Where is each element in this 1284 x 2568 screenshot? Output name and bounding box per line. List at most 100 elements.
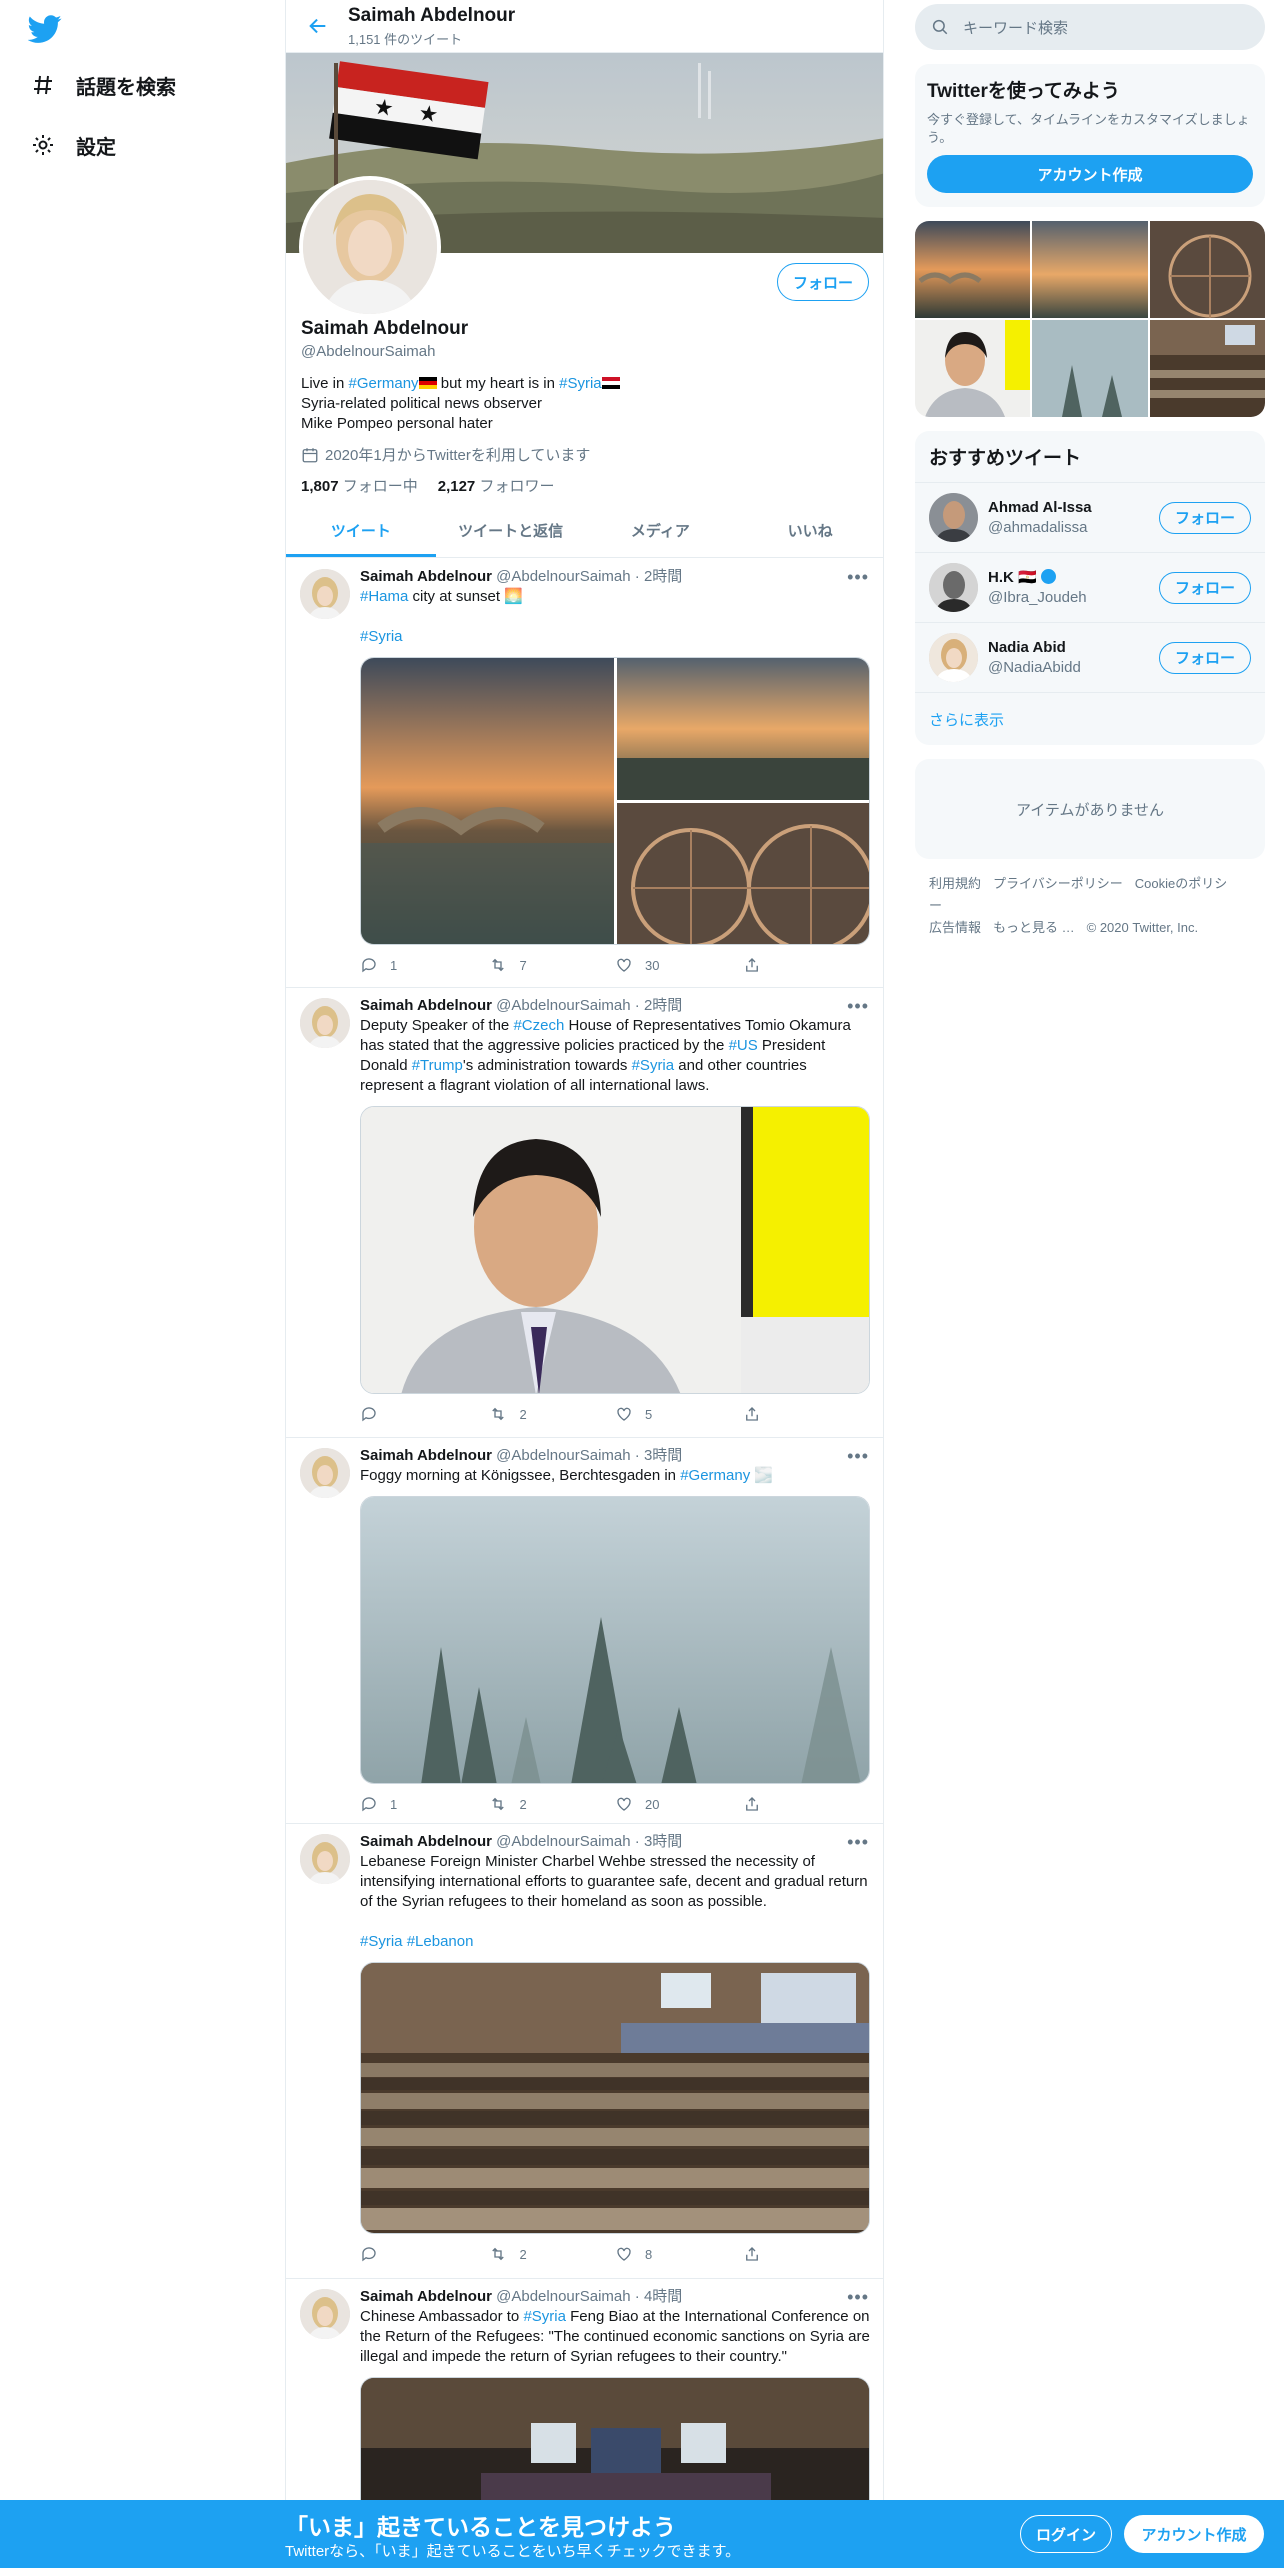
media-thumbnail[interactable] [1149,221,1265,318]
followers-link[interactable]: 2,127 フォロワー [438,475,555,496]
footer-link[interactable]: プライバシーポリシー [993,876,1123,891]
media-thumbnail[interactable] [915,221,1031,318]
profile-tabs: ツイート ツイートと返信 メディア いいね [286,504,883,558]
tweet-text-part: 's administration towards [462,1057,632,1074]
nav-item-settings[interactable]: 設定 [30,125,116,165]
hashtag-link[interactable]: #Trump [412,1057,463,1074]
tab-tweets[interactable]: ツイート [286,504,436,557]
search-input[interactable]: キーワード検索 [915,4,1265,50]
follow-button[interactable]: フォロー [1159,501,1251,534]
nav-item-explore[interactable]: 話題を検索 [30,65,176,105]
tweet-avatar[interactable] [300,1448,350,1498]
hashtag-link[interactable]: #US [729,1037,758,1054]
header-name: Saimah Abdelnour [348,4,516,26]
reply-button[interactable]: 1 [360,956,488,974]
following-link[interactable]: 1,807 フォロー中 [301,475,418,496]
follow-button[interactable]: フォロー [1159,641,1251,674]
footer-link[interactable]: 広告情報 [929,920,981,935]
tweet-author-name[interactable]: Saimah Abdelnour [360,1833,492,1850]
tweet-text: Lebanese Foreign Minister Charbel Wehbe … [360,1853,868,1910]
reply-icon [362,2247,376,2262]
follow-button[interactable]: フォロー [1159,571,1251,604]
media-thumbnail[interactable] [1149,320,1265,417]
tab-tweets-replies[interactable]: ツイートと返信 [436,504,586,557]
hashtag-link[interactable]: #Czech [513,1017,564,1034]
hashtag-link[interactable]: #Syria [360,1933,403,1950]
reply-button[interactable] [360,2245,488,2263]
signup-button[interactable]: アカウント作成 [1124,2515,1264,2553]
share-button[interactable] [743,1405,871,1423]
tweet-avatar[interactable] [300,569,350,619]
share-button[interactable] [743,2245,871,2263]
tweet-photo[interactable] [360,1106,870,1394]
avatar[interactable] [929,493,978,542]
show-more-link[interactable]: さらに表示 [915,693,1265,745]
avatar[interactable] [929,633,978,682]
tweet-photo[interactable] [360,1962,870,2234]
tweet-time[interactable]: 3時間 [644,1447,682,1464]
footer-link[interactable]: 利用規約 [929,876,981,891]
reply-count: 1 [390,1796,398,1812]
media-thumbnail[interactable] [1032,221,1148,318]
like-button[interactable]: 5 [615,1405,743,1423]
sunset-photos [361,658,869,944]
hashtag-link[interactable]: #Syria [360,628,403,645]
reply-icon [362,958,376,973]
hashtag-link[interactable]: #Syria [632,1057,675,1074]
tweet-photo-grid[interactable] [360,657,870,945]
profile-avatar[interactable] [299,176,441,318]
avatar[interactable] [929,563,978,612]
like-count: 8 [645,2246,653,2262]
rec-account[interactable]: Ahmad Al-Issa @ahmadalissa フォロー [915,483,1265,553]
follow-button[interactable]: フォロー [777,263,869,301]
like-button[interactable]: 20 [615,1795,743,1813]
share-button[interactable] [743,1795,871,1813]
reply-button[interactable] [360,1405,488,1423]
retweet-button[interactable]: 7 [488,956,616,974]
twitter-bird-icon[interactable] [27,12,62,46]
reply-icon [362,1797,376,1812]
tweet-time[interactable]: 4時間 [644,2288,682,2305]
footer-links: 利用規約 プライバシーポリシー Cookieのポリシー 広告情報 もっと見る … © 2… [915,873,1245,939]
tab-likes[interactable]: いいね [735,504,883,557]
hashtag-link[interactable]: #Germany [349,375,419,392]
retweet-button[interactable]: 2 [488,1405,616,1423]
rec-account[interactable]: Nadia Abid @NadiaAbidd フォロー [915,623,1265,693]
back-arrow-icon[interactable] [302,10,334,42]
tweet-time[interactable]: 2時間 [644,997,682,1014]
tweet-author-handle: @AbdelnourSaimah [496,1447,631,1464]
retweet-button[interactable]: 2 [488,1795,616,1813]
hashtag-link[interactable]: #Germany [680,1467,750,1484]
hashtag-link[interactable]: #Syria [559,375,602,392]
like-button[interactable]: 8 [615,2245,743,2263]
retweet-button[interactable]: 2 [488,2245,616,2263]
footer-link[interactable]: もっと見る … [993,920,1075,935]
tweet-avatar[interactable] [300,1834,350,1884]
tweet-author-name[interactable]: Saimah Abdelnour [360,2288,492,2305]
reply-button[interactable]: 1 [360,1795,488,1813]
tweet-author-name[interactable]: Saimah Abdelnour [360,997,492,1014]
rec-account[interactable]: H.K 🇪🇬 @Ibra_Joudeh フォロー [915,553,1265,623]
create-account-button[interactable]: アカウント作成 [927,155,1253,193]
tweet-author-name[interactable]: Saimah Abdelnour [360,1447,492,1464]
media-thumbnail[interactable] [915,320,1031,417]
tab-media[interactable]: メディア [586,504,736,557]
share-button[interactable] [743,956,871,974]
tweet[interactable]: ••• Saimah Abdelnour @AbdelnourSaimah · … [286,1824,883,2279]
hashtag-link[interactable]: #Hama [360,588,408,605]
tweet-time[interactable]: 2時間 [644,568,682,585]
tweet-avatar[interactable] [300,998,350,1048]
hashtag-link[interactable]: #Lebanon [407,1933,474,1950]
tweet[interactable]: ••• Saimah Abdelnour @AbdelnourSaimah · … [286,988,883,1438]
like-button[interactable]: 30 [615,956,743,974]
tweet-avatar[interactable] [300,2289,350,2339]
hashtag-link[interactable]: #Syria [523,2308,566,2325]
login-button[interactable]: ログイン [1020,2515,1112,2553]
tweet-author-name[interactable]: Saimah Abdelnour [360,568,492,585]
tweet-photo[interactable] [360,1496,870,1784]
tweet[interactable]: ••• Saimah Abdelnour @AbdelnourSaimah · … [286,559,883,988]
media-thumbnail[interactable] [1032,320,1148,417]
tweet-time[interactable]: 3時間 [644,1833,682,1850]
bio-text: but my heart is in [436,375,560,392]
tweet[interactable]: ••• Saimah Abdelnour @AbdelnourSaimah · … [286,1438,883,1824]
